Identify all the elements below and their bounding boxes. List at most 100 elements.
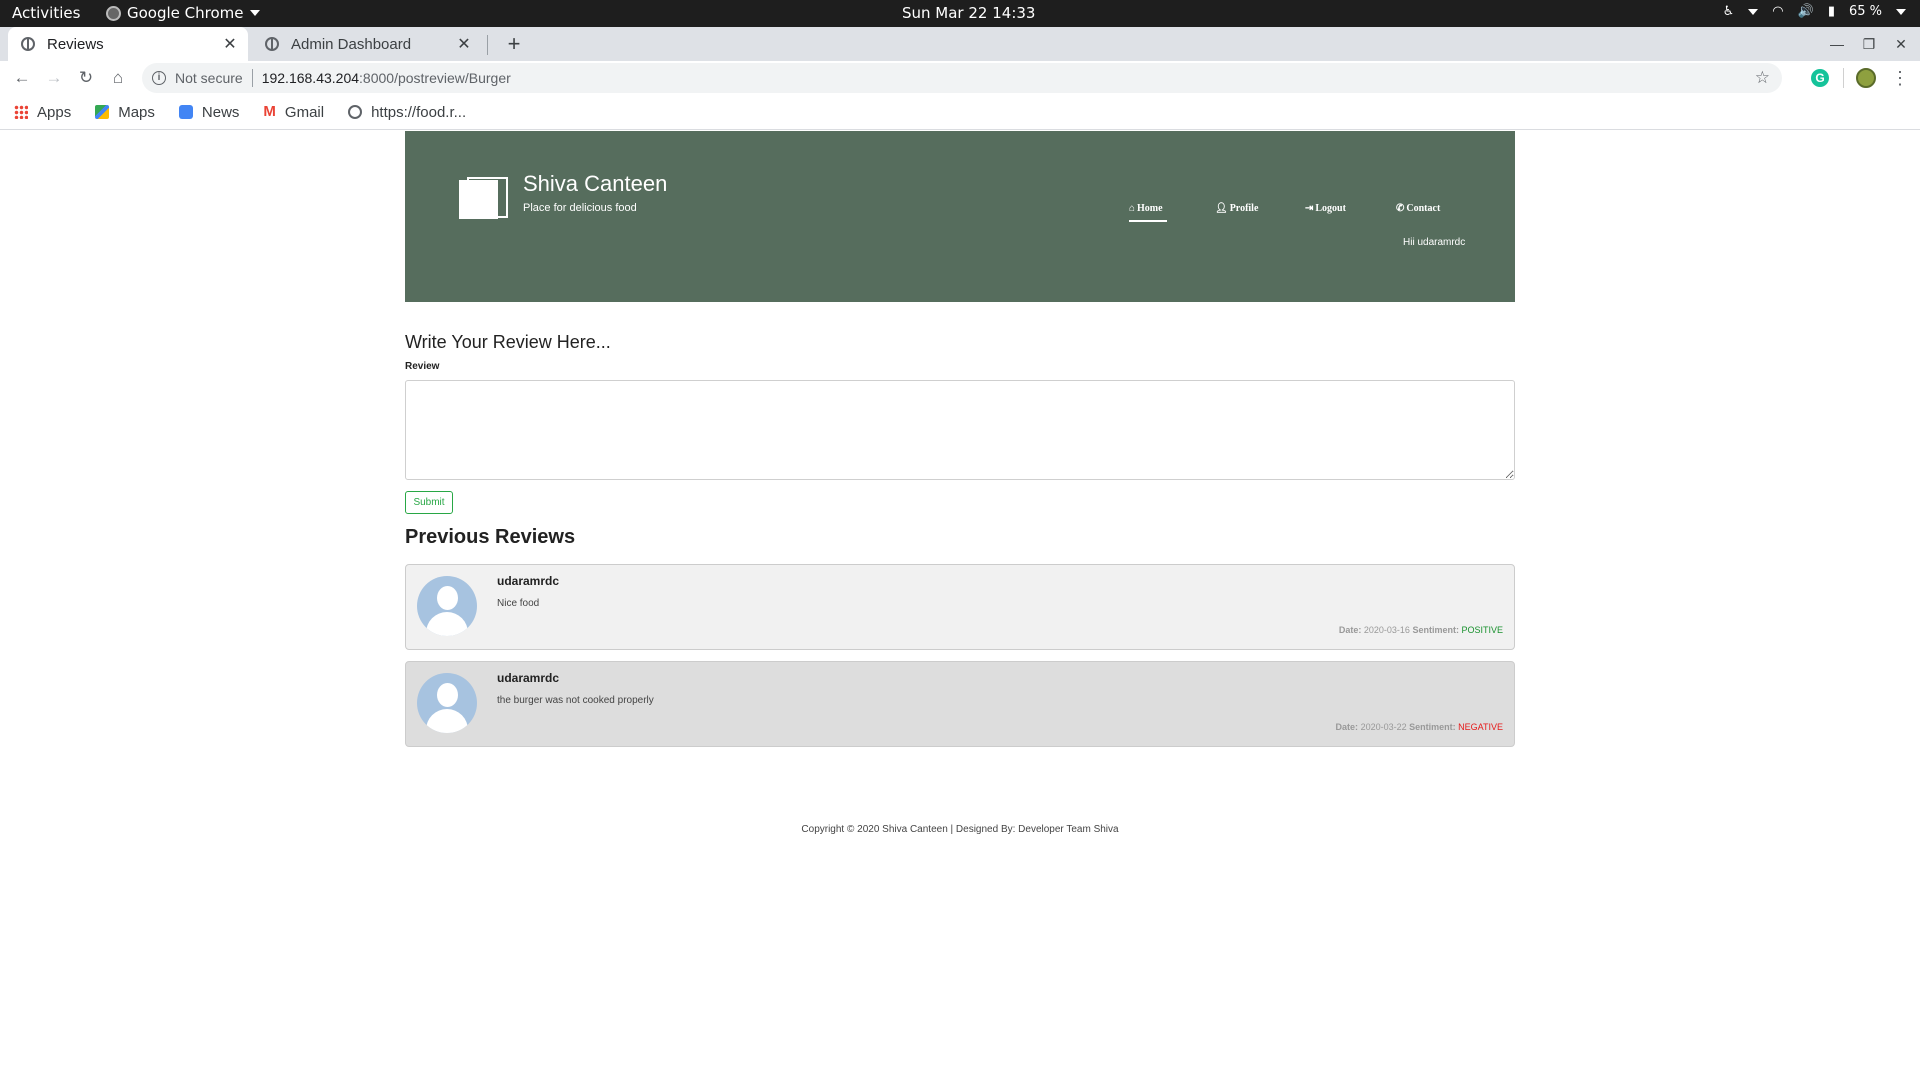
volume-icon: 🔊 <box>1797 4 1814 19</box>
review-textarea[interactable] <box>405 380 1515 480</box>
forward-arrow-icon[interactable]: → <box>40 61 68 95</box>
user-greeting: Hii udaramrdc <box>1403 237 1466 248</box>
chevron-down-icon <box>249 10 260 16</box>
bookmark-label: Maps <box>118 103 155 121</box>
review-meta: Date: 2020-03-22 Sentiment: NEGATIVE <box>1336 722 1503 732</box>
new-tab-button[interactable]: + <box>500 27 528 61</box>
site-footer: Copyright © 2020 Shiva Canteen | Designe… <box>801 824 1119 835</box>
chrome-icon <box>106 5 121 21</box>
bookmark-label: https://food.r... <box>371 103 467 121</box>
apps-grid-icon <box>14 105 28 119</box>
system-tray[interactable]: ♿ ◠ 🔊 ▮ 65 % <box>1723 4 1906 19</box>
bookmark-news[interactable]: News <box>178 103 240 121</box>
more-menu-icon[interactable]: ⋮ <box>1890 61 1910 95</box>
globe-icon <box>348 105 363 119</box>
review-username: udaramrdc <box>497 671 560 685</box>
review-date: 2020-03-16 <box>1363 625 1410 635</box>
nav-profile[interactable]: 👤︎ Profile <box>1215 203 1258 214</box>
accessibility-icon[interactable]: ♿ <box>1723 4 1735 19</box>
url-host: 192.168.43.204 <box>261 70 360 86</box>
home-icon: ⌂ <box>1129 203 1136 214</box>
sentiment-value: POSITIVE <box>1461 625 1503 635</box>
clock[interactable]: Sun Mar 22 14:33 <box>902 4 1035 22</box>
back-arrow-icon[interactable]: ← <box>8 61 36 95</box>
avatar <box>417 576 477 636</box>
user-avatar-body <box>426 709 468 733</box>
grammarly-extension-icon[interactable]: G <box>1811 69 1829 87</box>
tab-title: Reviews <box>47 35 104 53</box>
close-icon[interactable]: ✕ <box>452 34 476 54</box>
date-label: Date: <box>1338 625 1362 635</box>
info-icon[interactable]: i <box>152 71 166 85</box>
maps-icon <box>95 105 110 119</box>
chevron-down-icon <box>1748 8 1759 15</box>
page-viewport: Shiva Canteen Place for delicious food ⌂… <box>0 131 1920 1080</box>
bookmark-label: News <box>201 103 240 121</box>
user-avatar-icon <box>437 683 458 707</box>
reload-icon[interactable]: ↻ <box>72 61 100 95</box>
phone-icon: ✆ <box>1396 203 1405 214</box>
submit-button[interactable]: Submit <box>405 491 453 514</box>
activities-button[interactable]: Activities <box>12 4 80 22</box>
profile-avatar-icon[interactable] <box>1856 68 1876 88</box>
tab-reviews[interactable]: Reviews ✕ <box>8 27 248 61</box>
nav-contact[interactable]: ✆ Contact <box>1396 203 1440 214</box>
url-separator <box>251 69 253 87</box>
review-text: the burger was not cooked properly <box>497 695 654 706</box>
home-icon[interactable]: ⌂ <box>104 61 132 95</box>
bookmark-maps[interactable]: Maps <box>95 104 155 121</box>
site-title[interactable]: Shiva Canteen <box>523 171 667 197</box>
browser-toolbar: ← → ↻ ⌂ i Not secure 192.168.43.204:8000… <box>0 61 1920 95</box>
sentiment-value: NEGATIVE <box>1458 722 1503 732</box>
nav-home-label: Home <box>1137 203 1163 214</box>
nav-logout-label: Logout <box>1315 203 1346 214</box>
battery-percentage: 65 % <box>1848 4 1882 19</box>
date-label: Date: <box>1335 722 1359 732</box>
site-tagline: Place for delicious food <box>523 202 637 214</box>
chevron-down-icon <box>1896 8 1906 15</box>
user-avatar-body <box>426 612 468 636</box>
nav-profile-label: Profile <box>1229 203 1259 214</box>
system-top-bar: Activities Google Chrome Sun Mar 22 14:3… <box>0 0 1920 27</box>
user-icon: 👤︎ <box>1215 203 1228 214</box>
tab-separator <box>487 35 488 55</box>
url-path: :8000/postreview/Burger <box>359 70 511 86</box>
restore-icon[interactable]: ❐ <box>1854 27 1884 61</box>
globe-icon <box>265 37 279 51</box>
review-card: udaramrdc Nice food Date: 2020-03-16 Sen… <box>405 564 1515 650</box>
battery-icon: ▮ <box>1827 4 1835 19</box>
bookmarks-bar: Apps Maps News M Gmail https://food.r... <box>0 95 1920 130</box>
toolbar-separator <box>1843 68 1844 88</box>
sentiment-label: Sentiment: <box>1409 722 1456 732</box>
wifi-icon: ◠ <box>1772 4 1784 19</box>
logo-icon-front <box>459 180 498 219</box>
app-menu[interactable]: Google Chrome <box>106 4 260 22</box>
globe-icon <box>21 37 35 51</box>
security-label[interactable]: Not secure <box>175 70 243 86</box>
active-underline <box>1129 220 1167 222</box>
review-username: udaramrdc <box>497 574 560 588</box>
app-menu-label: Google Chrome <box>127 4 244 22</box>
nav-home[interactable]: ⌂ Home <box>1129 203 1167 222</box>
tab-strip: Reviews ✕ Admin Dashboard ✕ <box>0 27 1920 61</box>
close-window-icon[interactable]: ✕ <box>1886 27 1916 61</box>
gmail-icon: M <box>263 103 276 120</box>
logout-icon: ⇥ <box>1305 203 1314 214</box>
nav-logout[interactable]: ⇥ Logout <box>1305 203 1346 214</box>
sentiment-label: Sentiment: <box>1412 625 1459 635</box>
minimize-icon[interactable]: — <box>1822 27 1852 61</box>
bookmark-food[interactable]: https://food.r... <box>348 104 466 121</box>
tab-admin-dashboard[interactable]: Admin Dashboard ✕ <box>252 27 482 61</box>
bookmark-label: Gmail <box>284 103 325 121</box>
address-bar[interactable]: i Not secure 192.168.43.204:8000/postrev… <box>142 63 1782 93</box>
bookmark-apps[interactable]: Apps <box>14 104 71 121</box>
review-card: udaramrdc the burger was not cooked prop… <box>405 661 1515 747</box>
close-icon[interactable]: ✕ <box>218 34 242 54</box>
previous-reviews-heading: Previous Reviews <box>405 526 576 548</box>
review-form-heading: Write Your Review Here... <box>405 332 611 352</box>
avatar <box>417 673 477 733</box>
bookmark-gmail[interactable]: M Gmail <box>263 104 324 121</box>
user-avatar-icon <box>437 586 458 610</box>
bookmark-star-icon[interactable]: ☆ <box>1755 68 1770 88</box>
site-container: Shiva Canteen Place for delicious food ⌂… <box>405 131 1515 835</box>
